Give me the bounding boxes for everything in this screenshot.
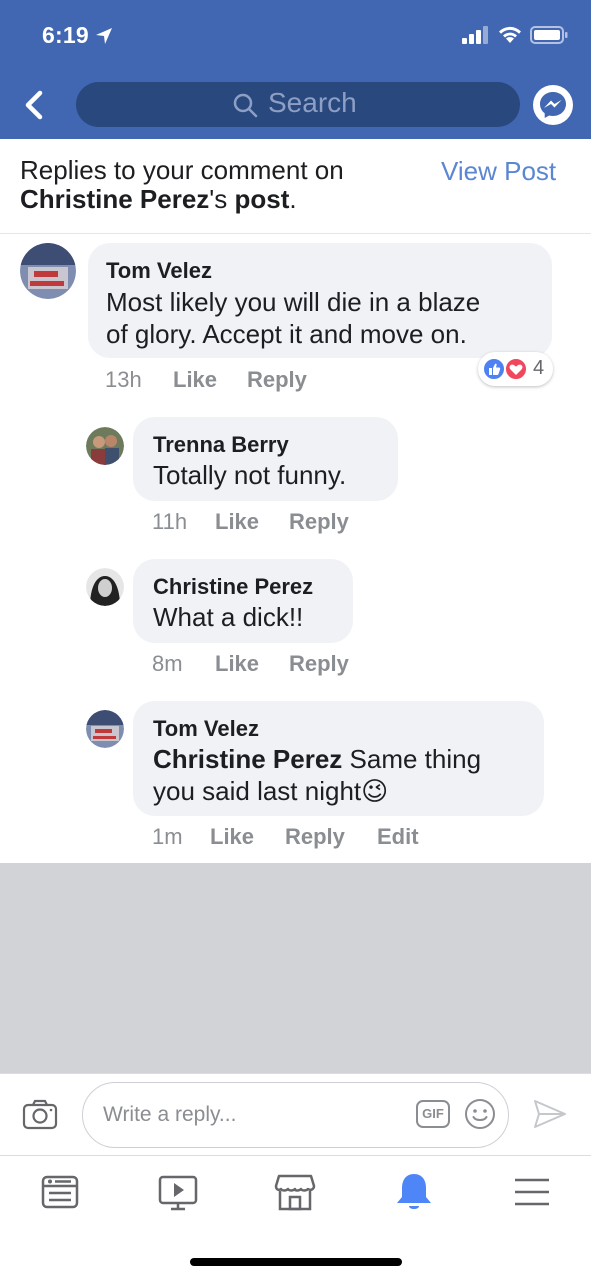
love-reaction-icon (504, 357, 528, 381)
comment-text-line: of glory. Accept it and move on. (106, 319, 467, 349)
camera-icon[interactable] (22, 1098, 58, 1130)
notifications-bell-icon[interactable] (392, 1170, 436, 1214)
like-button[interactable]: Like (215, 651, 259, 677)
reactions-summary[interactable]: 4 (478, 352, 553, 386)
replies-header: Replies to your comment on Christine Per… (0, 139, 591, 234)
avatar[interactable] (86, 710, 124, 748)
emoji-icon[interactable] (464, 1098, 496, 1130)
avatar[interactable] (20, 243, 76, 299)
comment-author[interactable]: Trenna Berry (153, 432, 289, 458)
status-bar: 6:19 (0, 0, 591, 70)
menu-icon[interactable] (510, 1170, 554, 1214)
news-feed-icon[interactable] (38, 1170, 82, 1214)
gif-button[interactable]: GIF (416, 1100, 450, 1128)
cellular-signal-icon (462, 26, 488, 44)
send-icon[interactable] (533, 1099, 567, 1129)
location-arrow-icon (96, 28, 112, 44)
header-suffix: . (289, 184, 297, 214)
header-description: Replies to your comment on Christine Per… (20, 156, 420, 214)
reaction-count: 4 (533, 357, 545, 379)
post-word[interactable]: post (234, 184, 289, 214)
comment-author[interactable]: Tom Velez (106, 258, 212, 284)
like-button[interactable]: Like (173, 367, 217, 393)
view-post-link[interactable]: View Post (441, 156, 556, 187)
comment-text: Most likely you will die in a blaze of g… (106, 286, 480, 350)
back-arrow-icon[interactable] (18, 88, 50, 122)
search-icon (233, 93, 258, 118)
edit-button[interactable]: Edit (377, 824, 419, 850)
comment-text: Christine Perez Same thing you said last… (153, 743, 481, 807)
like-button[interactable]: Like (210, 824, 254, 850)
messenger-icon[interactable] (532, 84, 574, 126)
mention-tag[interactable]: Christine Perez (153, 744, 342, 774)
reply-button[interactable]: Reply (289, 651, 349, 677)
comment-text-line: Most likely you will die in a blaze (106, 287, 481, 317)
header-prefix: Replies to your comment on (20, 155, 344, 185)
wifi-icon (499, 26, 521, 43)
search-placeholder[interactable]: Search (268, 87, 357, 119)
comment-time: 13h (105, 367, 142, 392)
avatar[interactable] (86, 568, 124, 606)
comment-author[interactable]: Tom Velez (153, 716, 259, 742)
comment-time: 1m (152, 824, 183, 849)
marketplace-icon[interactable] (273, 1170, 317, 1214)
empty-area (0, 863, 591, 1073)
reply-button[interactable]: Reply (247, 367, 307, 393)
top-navigation-bar: 6:19 Search (0, 0, 591, 139)
comment-time: 11h (152, 509, 188, 534)
comment-time: 8m (152, 651, 183, 676)
home-indicator[interactable] (190, 1258, 402, 1266)
comment-text: Totally not funny. (153, 460, 347, 490)
watch-video-icon[interactable] (156, 1170, 200, 1214)
comment-text: What a dick!! (153, 602, 304, 632)
post-author-name[interactable]: Christine Perez (20, 184, 209, 214)
comment-text-line: Same thing (342, 744, 482, 774)
winking-face-emoji: 😉 (361, 776, 389, 806)
reply-button[interactable]: Reply (289, 509, 349, 535)
reply-button[interactable]: Reply (285, 824, 345, 850)
comment-author[interactable]: Christine Perez (153, 574, 313, 600)
avatar[interactable] (86, 427, 124, 465)
like-reaction-icon (482, 357, 506, 381)
comment-text-line: you said last night (153, 776, 362, 806)
battery-icon (530, 26, 568, 44)
status-time: 6:19 (42, 22, 89, 48)
reply-composer: GIF (0, 1073, 591, 1156)
header-possessive: 's (209, 184, 235, 214)
like-button[interactable]: Like (215, 509, 259, 535)
